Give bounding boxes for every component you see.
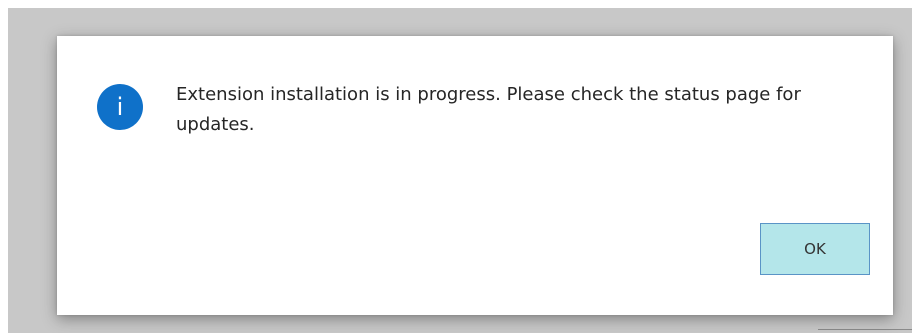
ok-button[interactable]: OK [760, 223, 870, 275]
info-dialog: i Extension installation is in progress.… [57, 36, 893, 315]
background-page-top [0, 0, 912, 8]
info-icon: i [97, 84, 143, 130]
background-page-left [0, 0, 8, 333]
dialog-message: Extension installation is in progress. P… [176, 84, 801, 135]
background-divider [818, 329, 912, 330]
